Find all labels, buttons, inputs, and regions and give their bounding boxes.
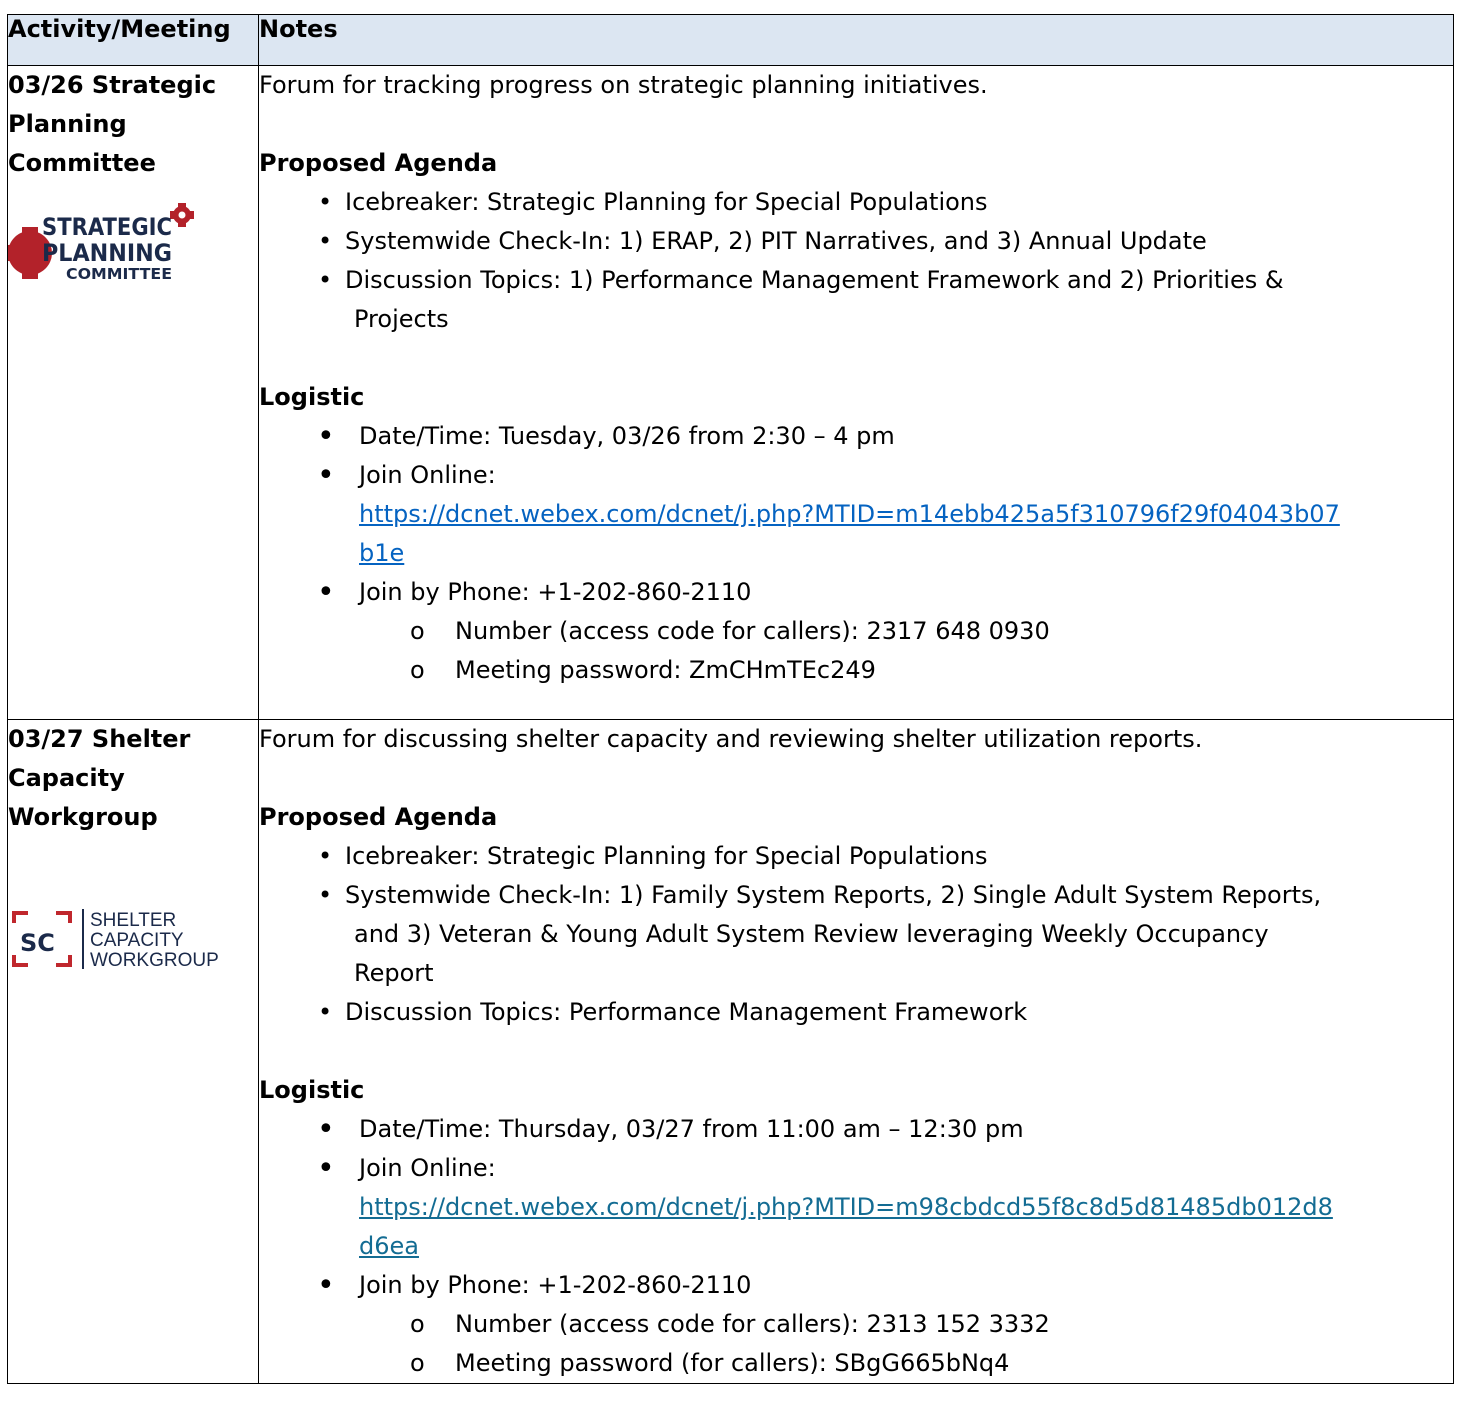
logistic-heading: Logistic xyxy=(259,383,365,411)
agenda-list: • Icebreaker: Strategic Planning for Spec… xyxy=(259,183,1453,339)
list-item: • Systemwide Check-In: 1) Family System R… xyxy=(259,876,1453,993)
list-item: o Meeting password (for callers): SBgG665… xyxy=(259,1344,1453,1383)
agenda-heading: Proposed Agenda xyxy=(259,803,498,831)
list-item: • Date/Time: Tuesday, 03/26 from 2:30 – 4… xyxy=(317,419,895,454)
svg-text:SHELTER: SHELTER xyxy=(90,910,176,931)
list-item: • Discussion Topics: Performance Manageme… xyxy=(259,993,1453,1032)
bullet-icon: • xyxy=(317,1268,335,1303)
svg-text:CAPACITY: CAPACITY xyxy=(90,930,184,951)
logistic-heading: Logistic xyxy=(259,1076,365,1104)
meeting-schedule-table: Activity/Meeting Notes 03/26 Strategic P… xyxy=(6,14,1454,1384)
meeting-title: 03/26 Strategic Planning Committee xyxy=(8,71,217,177)
list-item: o Number (access code for callers): 2317 … xyxy=(259,612,1453,651)
logistic-list: • Date/Time: Thursday, 03/27 from 11:00 a… xyxy=(259,1110,1453,1305)
activity-cell: 03/26 Strategic Planning Committee STRAT… xyxy=(6,65,259,720)
circle-bullet-icon: o xyxy=(410,1310,425,1338)
bullet-icon: • xyxy=(318,227,333,255)
list-item: • Join Online: https://dcnet.webex.com/dc… xyxy=(317,458,1340,567)
table-header-row: Activity/Meeting Notes xyxy=(7,14,1454,66)
list-item: o Meeting password: ZmCHmTEc249 xyxy=(259,651,1453,690)
agenda-list: • Icebreaker: Strategic Planning for Spec… xyxy=(259,837,1453,1032)
join-online-link[interactable]: https://dcnet.webex.com/dcnet/j.php?MTID… xyxy=(359,500,1340,567)
svg-text:STRATEGIC: STRATEGIC xyxy=(42,213,172,241)
list-item: • Systemwide Check-In: 1) ERAP, 2) PIT Na… xyxy=(259,222,1453,261)
shelter-capacity-logo: SC SHELTER CAPACITY WORKGROUP xyxy=(8,901,258,985)
svg-text:SC: SC xyxy=(20,929,55,957)
meeting-description: Forum for tracking progress on strategic… xyxy=(259,71,988,99)
svg-text:WORKGROUP: WORKGROUP xyxy=(90,950,219,971)
bullet-icon: • xyxy=(317,575,335,610)
bullet-icon: • xyxy=(318,266,333,294)
list-item: • Discussion Topics: 1) Performance Manag… xyxy=(259,261,1453,339)
circle-bullet-icon: o xyxy=(410,617,425,645)
page: Activity/Meeting Notes 03/26 Strategic P… xyxy=(0,0,1464,1403)
table-row: 03/27 Shelter Capacity Workgroup SC SHEL… xyxy=(7,719,1454,1384)
notes-cell: Forum for tracking progress on strategic… xyxy=(258,65,1454,720)
list-item: • Date/Time: Thursday, 03/27 from 11:00 a… xyxy=(317,1112,1024,1147)
phone-details-list: o Number (access code for callers): 2317 … xyxy=(259,612,1453,690)
header-activity: Activity/Meeting xyxy=(7,14,259,66)
svg-text:COMMITTEE: COMMITTEE xyxy=(66,265,172,283)
header-notes: Notes xyxy=(258,14,1454,66)
bullet-icon: • xyxy=(318,188,333,216)
circle-bullet-icon: o xyxy=(410,656,425,684)
list-item: o Number (access code for callers): 2313 … xyxy=(259,1305,1453,1344)
list-item: • Join by Phone: +1-202-860-2110 xyxy=(317,1268,752,1303)
bullet-icon: • xyxy=(318,881,333,909)
svg-text:PLANNING: PLANNING xyxy=(42,239,172,267)
circle-bullet-icon: o xyxy=(410,1349,425,1377)
meeting-title: 03/27 Shelter Capacity Workgroup xyxy=(8,725,191,831)
table-row: 03/26 Strategic Planning Committee STRAT… xyxy=(6,65,1454,720)
bullet-icon: • xyxy=(317,1112,335,1147)
agenda-heading: Proposed Agenda xyxy=(259,149,498,177)
phone-details-list: o Number (access code for callers): 2313 … xyxy=(259,1305,1453,1383)
bullet-icon: • xyxy=(318,998,333,1026)
list-item: • Icebreaker: Strategic Planning for Spec… xyxy=(259,837,1453,876)
list-item: • Icebreaker: Strategic Planning for Spec… xyxy=(259,183,1453,222)
join-online-link[interactable]: https://dcnet.webex.com/dcnet/j.php?MTID… xyxy=(359,1193,1333,1260)
bullet-icon: • xyxy=(317,458,335,493)
meeting-description: Forum for discussing shelter capacity an… xyxy=(259,725,1203,753)
bullet-icon: • xyxy=(317,1151,335,1186)
list-item: • Join by Phone: +1-202-860-2110 xyxy=(317,575,752,610)
bullet-icon: • xyxy=(318,842,333,870)
activity-cell: 03/27 Shelter Capacity Workgroup SC SHEL… xyxy=(7,719,259,1384)
list-item: • Join Online: https://dcnet.webex.com/dc… xyxy=(317,1151,1333,1260)
strategic-planning-logo: STRATEGIC PLANNING COMMITTEE xyxy=(6,203,258,297)
notes-cell: Forum for discussing shelter capacity an… xyxy=(258,719,1454,1384)
bullet-icon: • xyxy=(317,419,335,454)
logistic-list: • Date/Time: Tuesday, 03/26 from 2:30 – 4… xyxy=(259,417,1453,612)
